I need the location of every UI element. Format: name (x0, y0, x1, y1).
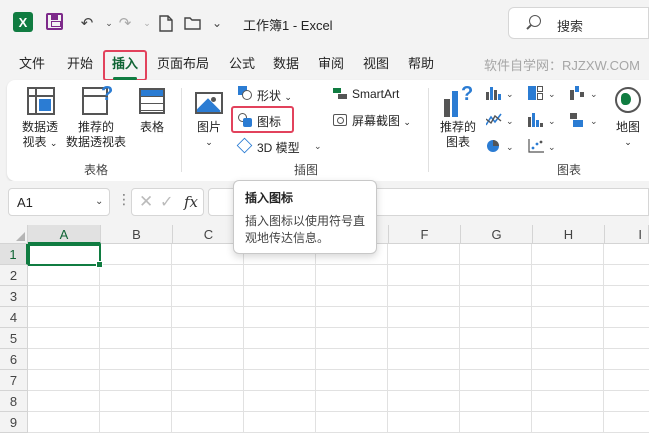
row-header[interactable]: 6 (0, 349, 28, 370)
search-box[interactable]: 搜索 (508, 7, 649, 39)
waterfall-chart-dropdown-icon[interactable]: ⌄ (590, 89, 598, 100)
tab-formulas[interactable]: 公式 (229, 55, 255, 73)
maps-button[interactable]: 地图 ⌄ (616, 120, 640, 150)
shapes-button[interactable]: 形状 ⌄ (257, 87, 292, 104)
column-header[interactable]: F (389, 225, 461, 244)
line-chart-dropdown-icon[interactable]: ⌄ (506, 116, 514, 127)
row-header[interactable]: 4 (0, 307, 28, 328)
save-icon[interactable] (46, 13, 63, 30)
row-header[interactable]: 2 (0, 265, 28, 286)
tooltip-body: 插入图标以使用符号直观地传达信息。 (245, 214, 366, 245)
formula-controls: ✕ ✓ fx (131, 188, 204, 216)
tab-data[interactable]: 数据 (273, 55, 299, 73)
hierarchy-chart-dropdown-icon[interactable]: ⌄ (548, 89, 556, 100)
tab-help[interactable]: 帮助 (408, 55, 434, 73)
watermark: 软件自学网：RJZXW.COM (484, 58, 640, 73)
tab-page-layout[interactable]: 页面布局 (157, 55, 209, 73)
more-options-icon[interactable]: ⋮ (117, 191, 131, 208)
illustrations-group-label: 插图 (294, 163, 319, 177)
chevron-down-icon[interactable]: ⌄ (95, 196, 103, 207)
search-icon (529, 15, 541, 27)
tables-group-label: 表格 (84, 163, 109, 177)
tab-file[interactable]: 文件 (19, 55, 45, 73)
row-header[interactable]: 7 (0, 370, 28, 391)
row-header[interactable]: 9 (0, 412, 28, 433)
pivot-table-icon[interactable] (27, 87, 55, 115)
screenshot-icon[interactable] (333, 114, 347, 126)
column-header[interactable]: H (533, 225, 605, 244)
column-header[interactable]: I (605, 225, 649, 244)
tab-view[interactable]: 视图 (363, 55, 389, 73)
combo-chart-icon[interactable] (570, 113, 586, 127)
new-file-icon[interactable] (155, 12, 177, 34)
smartart-button[interactable]: SmartArt (352, 87, 399, 101)
spreadsheet-grid: A B C D E F G H I 1 2 3 4 5 6 7 8 9 (0, 225, 649, 433)
document-title: 工作簿1 - Excel (243, 18, 333, 33)
statistic-chart-icon[interactable] (528, 113, 544, 127)
scatter-chart-dropdown-icon[interactable]: ⌄ (548, 142, 556, 153)
customize-toolbar-icon[interactable]: ⌄ (206, 12, 228, 34)
open-folder-icon[interactable] (182, 12, 204, 34)
line-chart-icon[interactable] (485, 113, 502, 127)
recommended-pivot-icon[interactable]: ? (82, 83, 113, 115)
map-chart-icon[interactable] (615, 87, 641, 113)
pivot-table-button[interactable]: 数据透 视表 ⌄ (22, 120, 58, 151)
cancel-icon[interactable]: ✕ (139, 192, 153, 212)
scatter-chart-icon[interactable] (528, 139, 544, 153)
pictures-button[interactable]: 图片 ⌄ (197, 120, 221, 150)
recommended-charts-icon[interactable]: ? (444, 83, 474, 117)
search-placeholder: 搜索 (557, 19, 584, 34)
shapes-icon[interactable] (238, 86, 252, 100)
column-header[interactable]: A (28, 225, 101, 244)
table-icon[interactable] (139, 88, 165, 114)
group-divider (428, 88, 429, 172)
picture-icon[interactable] (195, 92, 223, 114)
icons-tooltip: 插入图标 插入图标以使用符号直观地传达信息。 (233, 180, 377, 254)
tooltip-title: 插入图标 (245, 191, 294, 205)
hierarchy-chart-icon[interactable] (528, 86, 544, 100)
name-box-value: A1 (17, 195, 33, 210)
redo-icon[interactable]: ↷ (114, 12, 136, 34)
column-chart-dropdown-icon[interactable]: ⌄ (506, 89, 514, 100)
cell-area[interactable] (28, 244, 649, 433)
recommended-pivot-button[interactable]: 推荐的 数据透视表 (66, 120, 126, 150)
icons-button-highlight (231, 106, 294, 133)
tab-review[interactable]: 审阅 (318, 55, 344, 73)
3d-models-button[interactable]: 3D 模型 (257, 139, 300, 156)
3d-models-dropdown-icon[interactable]: ⌄ (314, 141, 322, 152)
recommended-charts-button[interactable]: 推荐的 图表 (440, 120, 476, 150)
row-header[interactable]: 3 (0, 286, 28, 307)
screenshot-button[interactable]: 屏幕截图 ⌄ (352, 112, 411, 129)
column-header[interactable]: B (101, 225, 173, 244)
group-divider (181, 88, 182, 172)
row-header[interactable]: 8 (0, 391, 28, 412)
insert-function-icon[interactable]: fx (184, 193, 198, 211)
select-all-button[interactable] (0, 225, 28, 244)
title-bar: X ↶ ⌄ ↷ ⌄ ⌄ 工作簿1 - Excel 搜索 (0, 0, 649, 46)
smartart-icon[interactable] (333, 88, 347, 99)
active-cell[interactable] (28, 244, 103, 268)
charts-group-label: 图表 (557, 163, 582, 177)
name-box[interactable]: A1 ⌄ (8, 188, 110, 216)
pie-chart-icon[interactable] (486, 139, 502, 153)
excel-logo-icon: X (13, 12, 33, 32)
combo-chart-dropdown-icon[interactable]: ⌄ (590, 116, 598, 127)
column-chart-icon[interactable] (486, 86, 502, 100)
table-button[interactable]: 表格 (140, 120, 164, 135)
undo-icon[interactable]: ↶ (76, 12, 98, 34)
enter-icon[interactable]: ✓ (160, 192, 173, 212)
column-header[interactable]: G (461, 225, 533, 244)
statistic-chart-dropdown-icon[interactable]: ⌄ (548, 116, 556, 127)
row-header[interactable]: 5 (0, 328, 28, 349)
waterfall-chart-icon[interactable] (570, 86, 586, 100)
tab-home[interactable]: 开始 (67, 55, 93, 73)
row-header[interactable]: 1 (0, 244, 28, 265)
pie-chart-dropdown-icon[interactable]: ⌄ (506, 142, 514, 153)
